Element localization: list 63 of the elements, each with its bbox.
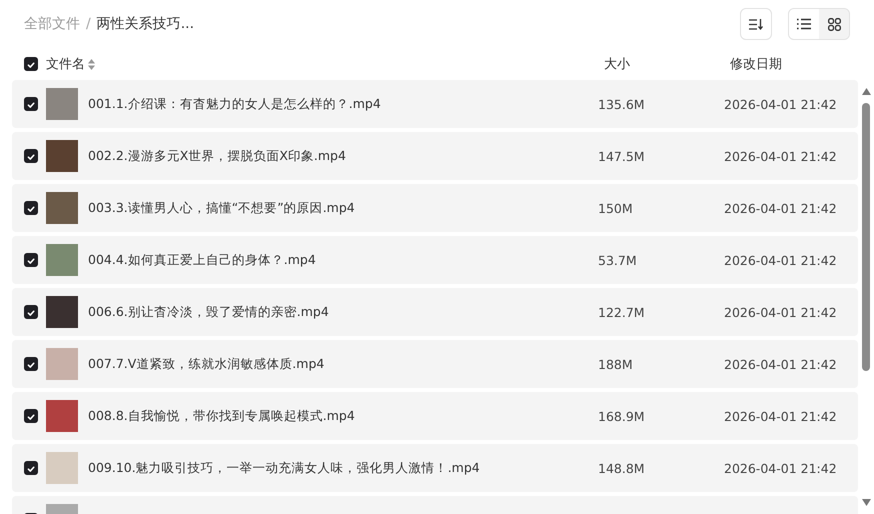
checkbox[interactable] <box>24 57 38 71</box>
modified-date: 2026-04-01 21:42 <box>724 304 837 320</box>
file-row[interactable]: 002.2.漫游多元X世界，摆脱负面X印象.mp4 147.5M 2026-04-01 21:42 <box>12 132 858 180</box>
file-row[interactable]: 008.8.自我愉悦，带你找到专属唤起模式.mp4 168.9M 2026-04-01 21:42 <box>12 392 858 440</box>
checkbox[interactable] <box>24 253 38 267</box>
scroll-down-icon[interactable] <box>862 499 870 506</box>
checkbox[interactable] <box>24 149 38 163</box>
file-row[interactable]: 004.4.如何真正爱上自己的身体？.mp4 53.7M 2026-04-01 21:42 <box>12 236 858 284</box>
file-name: 004.4.如何真正爱上自己的身体？.mp4 <box>88 252 317 268</box>
file-size: 150M <box>598 200 634 216</box>
video-thumbnail <box>46 400 78 432</box>
video-thumbnail <box>46 192 78 224</box>
file-name: 003.3.读懂男人心，搞懂“不想要”的原因.mp4 <box>88 200 356 216</box>
file-name: 009.10.魅力吸引技巧，一举一动充满女人味，强化男人激情！.mp4 <box>88 460 481 476</box>
file-size: 148.8M <box>598 460 646 476</box>
checkbox[interactable] <box>24 461 38 475</box>
file-size: 168.9M <box>598 408 646 424</box>
video-thumbnail <box>46 348 78 380</box>
column-header[interactable]: 文件名 <box>46 55 85 73</box>
modified-date: 2026-04-01 21:42 <box>724 408 837 424</box>
column-header: 修改日期 <box>730 56 782 73</box>
file-size: 122.7M <box>598 304 646 320</box>
file-name: 007.7.V道紧致，练就水润敏感体质.mp4 <box>88 356 326 372</box>
file-name: 001.1.介绍课：有杳魅力的女人是怎么样的？.mp4 <box>88 96 382 112</box>
file-name: 008.8.自我愉悦，带你找到专属唤起模式.mp4 <box>88 408 356 424</box>
file-size: 135.6M <box>598 96 646 112</box>
checkbox[interactable] <box>24 409 38 423</box>
file-name: 006.6.别让杳冷淡，毁了爱情的亲密.mp4 <box>88 304 330 320</box>
video-thumbnail <box>46 296 78 328</box>
file-name: 002.2.漫游多元X世界，摆脱负面X印象.mp4 <box>88 148 347 164</box>
column-header: 大小 <box>604 56 631 73</box>
list-view-button[interactable] <box>789 9 819 39</box>
sort-icon[interactable] <box>88 58 95 70</box>
video-thumbnail <box>46 452 78 484</box>
scroll-up-icon[interactable] <box>862 88 870 95</box>
checkbox[interactable] <box>24 305 38 319</box>
file-row[interactable]: 003.3.读懂男人心，搞懂“不想要”的原因.mp4 150M 2026-04-01 21:42 <box>12 184 858 232</box>
modified-date: 2026-04-01 21:42 <box>724 356 837 372</box>
scroll-thumb[interactable] <box>862 103 870 371</box>
breadcrumb-separator: / <box>86 16 91 32</box>
sort-button[interactable] <box>740 8 772 40</box>
modified-date: 2026-04-01 21:42 <box>724 460 837 476</box>
current-folder: 两性关系技巧... <box>96 15 194 33</box>
modified-date: 2026-04-01 21:42 <box>724 96 837 112</box>
file-size: 188M <box>598 356 634 372</box>
list-icon <box>797 18 811 30</box>
video-thumbnail <box>46 88 78 120</box>
file-row[interactable]: 001.1.介绍课：有杳魅力的女人是怎么样的？.mp4 135.6M 2026-04-01 21:42 <box>12 80 858 128</box>
file-row[interactable]: 006.6.别让杳冷淡，毁了爱情的亲密.mp4 122.7M 2026-04-01 21:42 <box>12 288 858 336</box>
modified-date: 2026-04-01 21:42 <box>724 148 837 164</box>
modified-date: 2026-04-01 21:42 <box>724 252 837 268</box>
checkbox[interactable] <box>24 201 38 215</box>
video-thumbnail <box>46 140 78 172</box>
checkbox[interactable] <box>24 97 38 111</box>
file-size: 147.5M <box>598 148 646 164</box>
grid-icon <box>828 18 840 30</box>
modified-date: 2026-04-01 21:42 <box>724 200 837 216</box>
video-thumbnail <box>46 244 78 276</box>
file-row[interactable]: 007.7.V道紧致，练就水润敏感体质.mp4 188M 2026-04-01 21:42 <box>12 340 858 388</box>
file-size: 53.7M <box>598 252 638 268</box>
sort-icon <box>749 18 763 30</box>
file-row[interactable]: 009.10.魅力吸引技巧，一举一动充满女人味，强化男人激情！.mp4 148.8M 2026-04-01 21:42 <box>12 444 858 492</box>
checkbox[interactable] <box>24 357 38 371</box>
